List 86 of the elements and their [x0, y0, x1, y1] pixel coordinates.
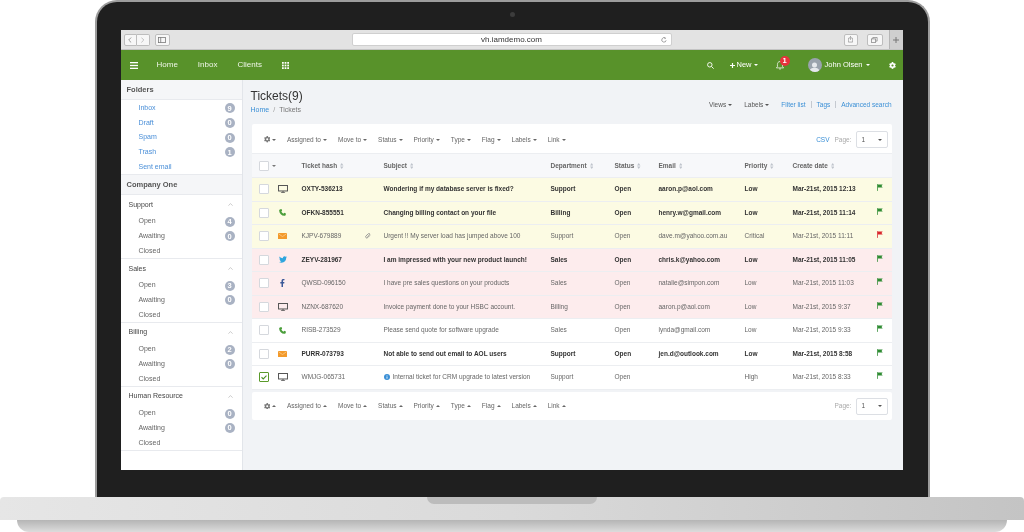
menu-icon[interactable] — [129, 61, 138, 69]
monitor-icon — [277, 185, 288, 194]
new-tab-button[interactable] — [888, 30, 903, 49]
caret-up-icon — [496, 405, 501, 407]
flag-icon[interactable] — [876, 278, 883, 286]
sidebar-icon — [158, 36, 166, 43]
caret-down-icon — [865, 64, 870, 66]
caret-up-icon — [532, 405, 537, 407]
chevron-right-icon — [140, 36, 145, 43]
sort-icon — [637, 162, 641, 169]
caret-down-icon — [496, 138, 501, 141]
caret-down-icon — [877, 405, 882, 407]
search-icon[interactable] — [706, 61, 714, 69]
flag-icon[interactable] — [876, 231, 883, 239]
monitor-icon — [277, 302, 288, 311]
sidebar-toggle-button[interactable] — [154, 33, 170, 46]
chevron-up-icon — [227, 203, 233, 207]
caret-up-icon — [322, 405, 327, 407]
envelope-icon — [278, 233, 287, 240]
caret-up-icon — [363, 405, 368, 407]
tabs-icon — [871, 36, 878, 43]
caret-down-icon — [272, 138, 276, 141]
caret-down-icon — [753, 64, 758, 66]
sort-icon — [830, 162, 835, 169]
caret-down-icon — [398, 138, 403, 141]
caret-down-icon — [765, 103, 770, 106]
flag-icon[interactable] — [876, 184, 883, 192]
caret-up-icon — [561, 405, 566, 407]
sort-icon — [770, 162, 774, 169]
nav-link[interactable]: Inbox — [197, 59, 218, 71]
sort-icon — [589, 162, 594, 169]
flag-icon[interactable] — [876, 372, 883, 380]
bulk-actions-dropdown[interactable] — [263, 402, 276, 410]
url-field[interactable]: vh.iamdemo.com — [351, 33, 672, 46]
sort-icon — [678, 162, 683, 169]
back-button[interactable] — [123, 33, 137, 46]
nav-link[interactable]: Clients — [237, 59, 262, 71]
caret-down-icon — [271, 164, 276, 167]
monitor-icon — [277, 373, 288, 382]
share-button[interactable] — [843, 33, 858, 46]
flag-icon[interactable] — [876, 348, 883, 356]
reload-icon[interactable] — [660, 36, 667, 43]
row-checkbox[interactable] — [258, 372, 269, 383]
caret-down-icon — [435, 138, 440, 141]
caret-down-icon — [728, 103, 733, 106]
caret-down-icon — [532, 138, 537, 141]
plus-icon — [729, 62, 735, 68]
bell-icon[interactable] — [775, 60, 784, 70]
bulk-actions-dropdown[interactable] — [263, 136, 276, 143]
phone-icon — [279, 209, 286, 217]
f-logo-icon — [280, 279, 285, 288]
bird-icon — [278, 256, 287, 264]
flag-icon[interactable] — [876, 301, 883, 309]
flag-icon[interactable] — [876, 254, 883, 262]
chevron-up-icon — [227, 267, 233, 271]
plus-icon — [893, 36, 899, 43]
camera-icon — [509, 12, 515, 17]
caret-up-icon — [398, 405, 403, 407]
chevron-up-icon — [227, 395, 233, 399]
chevron-left-icon — [128, 36, 132, 43]
check-icon — [260, 375, 267, 380]
flag-icon[interactable] — [876, 207, 883, 215]
gear-icon — [263, 136, 270, 143]
settings-icon[interactable] — [888, 61, 896, 69]
avatar-icon — [807, 58, 822, 72]
nav-link[interactable]: Home — [156, 59, 178, 71]
phone-icon — [279, 326, 286, 334]
flag-icon[interactable] — [876, 325, 883, 333]
caret-down-icon — [466, 138, 471, 141]
chevron-up-icon — [227, 331, 233, 335]
caret-up-icon — [466, 405, 471, 407]
caret-up-icon — [272, 405, 276, 407]
sort-icon — [410, 162, 414, 169]
envelope-icon — [278, 350, 287, 357]
caret-down-icon — [363, 138, 368, 141]
gear-icon — [263, 402, 270, 410]
caret-down-icon — [322, 138, 327, 141]
caret-down-icon — [877, 138, 882, 141]
page-title: Tickets(9) — [250, 88, 303, 104]
sort-icon — [340, 162, 344, 169]
select-all-checkbox[interactable] — [258, 160, 269, 171]
grid-icon[interactable] — [281, 61, 289, 69]
caret-up-icon — [435, 405, 440, 407]
share-icon — [848, 36, 853, 43]
tabs-button[interactable] — [866, 33, 883, 46]
caret-down-icon — [561, 138, 566, 141]
